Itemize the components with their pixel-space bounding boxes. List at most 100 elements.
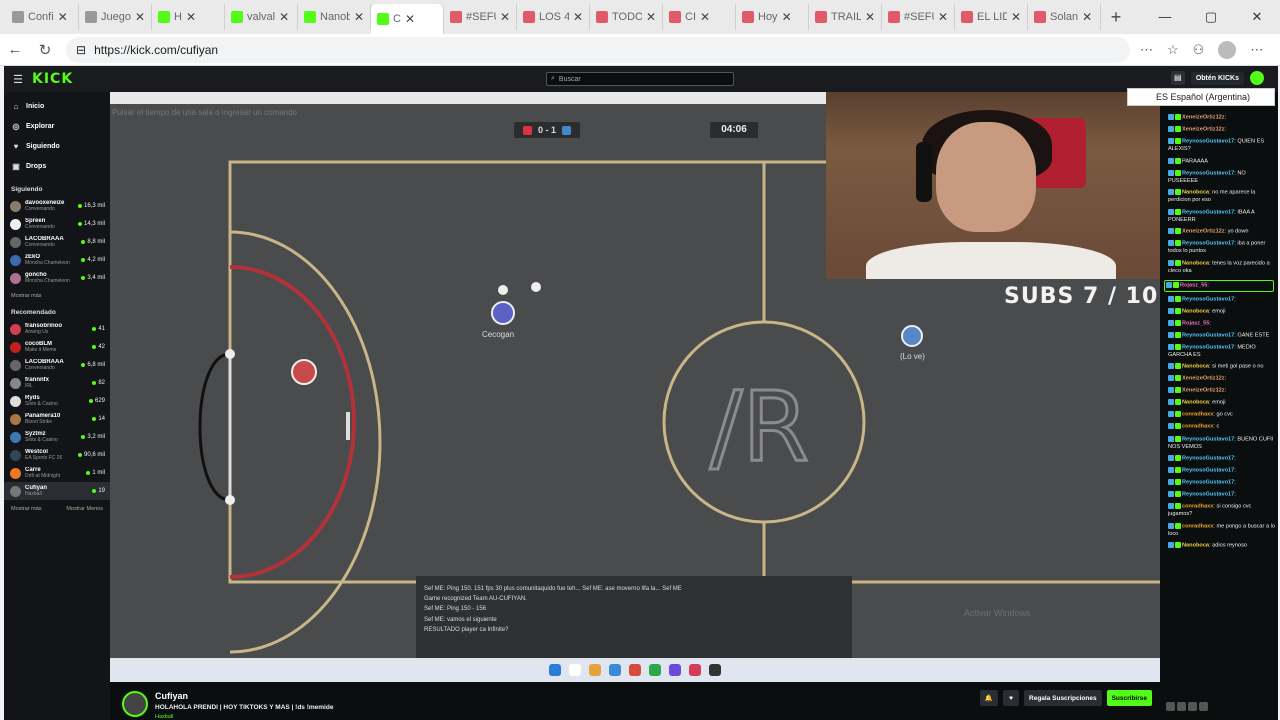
chat-message[interactable]: Nanoboca: si meti gol pase o no (1168, 363, 1276, 371)
browser-tab[interactable]: C ✕ (371, 4, 444, 34)
chat-username[interactable]: ReynosoGustavo17 (1182, 209, 1234, 215)
chat-message[interactable]: ReynosoGustavo17: iba a poner todos lo p… (1168, 240, 1276, 256)
browser-tab[interactable]: #SEFU ✕ (444, 4, 517, 30)
tab-close-icon[interactable]: ✕ (782, 10, 792, 24)
chat-message[interactable]: Nanoboca: emoji (1168, 307, 1276, 316)
tab-close-icon[interactable]: ✕ (354, 10, 364, 24)
get-kicks-button[interactable]: Obtén KICKs (1190, 71, 1244, 85)
show-more-recommended[interactable]: Mostrar más (11, 506, 42, 512)
menu-dots-icon[interactable]: ⋯ (1250, 42, 1263, 58)
channel-item[interactable]: Carre Drift at Midnight 1 mil (4, 464, 110, 482)
chat-username[interactable]: ReynosoGustavo17 (1182, 456, 1234, 462)
chat-message[interactable]: ReynosoGustavo17: (1168, 455, 1276, 463)
chat-username[interactable]: Nanoboca (1182, 364, 1209, 370)
tab-close-icon[interactable]: ✕ (58, 10, 68, 24)
reload-icon[interactable]: ↻ (30, 41, 60, 59)
chat-username[interactable]: Nanoboca (1182, 261, 1209, 267)
chat-username[interactable]: Nanoboca (1182, 543, 1209, 549)
channel-item[interactable]: Westcol EA Sports FC 26 90,6 mil (4, 446, 110, 464)
tab-close-icon[interactable]: ✕ (865, 10, 875, 24)
sidebar-item-explorar[interactable]: ◎ Explorar (4, 116, 110, 136)
tab-close-icon[interactable]: ✕ (500, 10, 510, 24)
url-field[interactable]: ⊟ https://kick.com/cufiyan (66, 36, 1130, 63)
bell-icon[interactable]: 🔔 (979, 690, 999, 706)
chat-message[interactable]: Rojasz_55: (1164, 279, 1274, 292)
chat-message[interactable]: XeneizeOrtiz12z: (1168, 126, 1276, 134)
channel-item[interactable]: goncho Moncha Chameleon 3,4 mil (4, 269, 110, 287)
stream-category[interactable]: Haxball (155, 714, 173, 720)
search-input[interactable]: ⌕ Buscar (546, 72, 734, 86)
chat-username[interactable]: ReynosoGustavo17 (1182, 296, 1234, 302)
chat-username[interactable]: Rojasz_55 (1180, 282, 1207, 288)
tab-close-icon[interactable]: ✕ (1011, 10, 1021, 24)
browser-tab[interactable]: CI ✕ (663, 4, 736, 30)
browser-tab[interactable]: Hoy ✕ (736, 4, 809, 30)
sidebar-item-siguiendo[interactable]: ♥ Siguiendo (4, 136, 110, 156)
chat-message[interactable]: Nanoboca: adios reynoso (1168, 542, 1276, 550)
tab-close-icon[interactable]: ✕ (279, 10, 289, 24)
browser-tab[interactable]: Juego ✕ (79, 4, 152, 30)
emote-icon[interactable] (1166, 702, 1175, 711)
browser-tab[interactable]: Nanob ✕ (298, 4, 371, 30)
chat-username[interactable]: ReynosoGustavo17 (1182, 241, 1234, 247)
chat-message[interactable]: PARAAAA (1168, 157, 1276, 166)
show-less-recommended[interactable]: Mostrar Menos (66, 506, 103, 512)
sidebar-item-drops[interactable]: ▣ Drops (4, 156, 110, 176)
chat-username[interactable]: XeneizeOrtiz12z (1182, 127, 1225, 133)
show-more-following[interactable]: Mostrar más (4, 287, 110, 299)
tab-close-icon[interactable]: ✕ (646, 10, 656, 24)
tab-close-icon[interactable]: ✕ (405, 12, 415, 26)
gift-subs-button[interactable]: Regala Suscripciones (1024, 690, 1102, 706)
browser-tab[interactable]: valval ✕ (225, 4, 298, 30)
channel-item[interactable]: fransobrinoo Among Us 41 (4, 320, 110, 338)
channel-item[interactable]: LACOBRAAA Conversando 6,8 mil (4, 356, 110, 374)
chat-message[interactable]: Nanoboca: tenes la voz parecido a cleco … (1168, 260, 1276, 276)
browser-tab[interactable]: #SEFU ✕ (882, 4, 955, 30)
browser-tab[interactable]: TRAIL ✕ (809, 4, 882, 30)
channel-item[interactable]: davooxeneize Conversando 16,3 mil (4, 197, 110, 215)
chat-username[interactable]: ReynosoGustavo17 (1182, 492, 1234, 498)
back-icon[interactable]: ← (0, 41, 30, 58)
channel-item[interactable]: cocoBLM Make it Meme 42 (4, 338, 110, 356)
channel-item[interactable]: LACOBRAAA Conversando 8,8 mil (4, 233, 110, 251)
close-window-icon[interactable]: ✕ (1234, 0, 1280, 34)
sidebar-item-inicio[interactable]: ⌂ Inicio (4, 96, 110, 116)
chat-message[interactable]: XeneizeOrtiz12z: (1168, 375, 1276, 383)
chat-username[interactable]: XeneizeOrtiz12z (1182, 376, 1225, 382)
chat-message[interactable]: conradhaxx: si consigo cvc jugamos? (1168, 503, 1276, 519)
extensions-icon[interactable]: ⋯ (1140, 42, 1153, 58)
emote-icon[interactable] (1188, 702, 1197, 711)
channel-item[interactable]: Panamera10 Blood Strike 14 (4, 410, 110, 428)
chat-username[interactable]: conradhaxx (1182, 523, 1213, 529)
browser-tab[interactable]: Confi ✕ (6, 4, 79, 30)
chat-username[interactable]: ReynosoGustavo17 (1182, 468, 1234, 474)
chat-username[interactable]: conradhaxx (1182, 504, 1213, 510)
subscribe-button[interactable]: Suscribirse (1106, 690, 1152, 706)
user-avatar[interactable] (1250, 71, 1264, 85)
chat-message[interactable]: Nanoboca: no me aparece la perdicion por… (1168, 189, 1276, 205)
chat-message[interactable]: conradhaxx: c (1168, 423, 1276, 431)
channel-item[interactable]: frannnfx IRL 82 (4, 374, 110, 392)
maximize-icon[interactable]: ▢ (1188, 0, 1234, 34)
channel-item[interactable]: Spreen Conversando 14,3 mil (4, 215, 110, 233)
chat-message[interactable]: Nanoboca: emoji (1168, 399, 1276, 407)
chat-username[interactable]: ReynosoGustavo17 (1182, 139, 1234, 145)
chat-message[interactable]: ReynosoGustavo17: GANE ESTE (1168, 331, 1276, 340)
chat-username[interactable]: ReynosoGustavo17 (1182, 344, 1234, 350)
tab-close-icon[interactable]: ✕ (135, 10, 145, 24)
streamer-avatar[interactable] (122, 691, 148, 717)
chat-username[interactable]: ReynosoGustavo17 (1182, 332, 1234, 338)
tab-close-icon[interactable]: ✕ (938, 10, 948, 24)
tab-close-icon[interactable]: ✕ (1082, 10, 1092, 24)
chat-message[interactable]: ReynosoGustavo17: BUENO CUFII NOS VEMOS (1168, 435, 1276, 452)
channel-item[interactable]: zEkO Moncha Chameleon 4,2 mil (4, 251, 110, 269)
chat-message[interactable]: XeneizeOrtiz12z: (1168, 387, 1276, 395)
chat-message[interactable]: ReynosoGustavo17: (1168, 467, 1276, 475)
chat-message[interactable]: ReynosoGustavo17: IBAA A PONEERR (1168, 208, 1276, 225)
channel-item[interactable]: Syztmz Slots & Casino 3,2 mil (4, 428, 110, 446)
channel-item[interactable]: Cufiyan Haxball 19 (4, 482, 110, 500)
tab-close-icon[interactable]: ✕ (186, 10, 196, 24)
chat-message[interactable]: conradhaxx: me pongo a buscar a lo loco (1168, 522, 1276, 539)
follow-heart-icon[interactable]: ♥ (1003, 690, 1020, 706)
tab-close-icon[interactable]: ✕ (573, 10, 583, 24)
